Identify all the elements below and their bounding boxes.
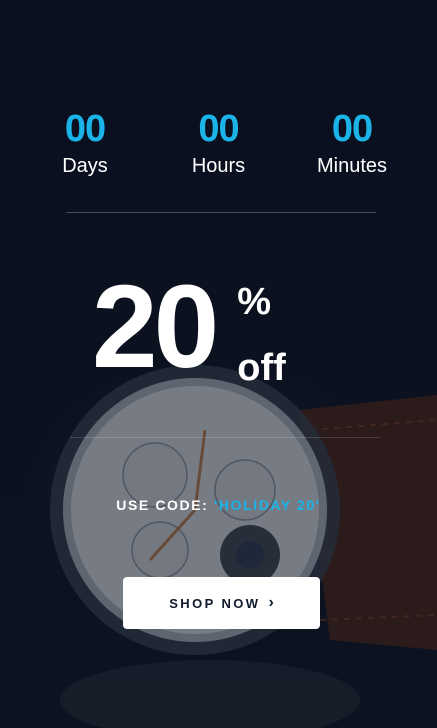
percent-sign: %: [237, 281, 272, 323]
countdown-minutes: 00 Minutes: [297, 108, 407, 178]
off-label: off: [237, 347, 286, 389]
chevron-right-icon: ›: [268, 594, 274, 611]
countdown-hours: 00 Hours: [164, 108, 274, 178]
countdown-days: 00 Days: [30, 108, 140, 178]
discount-amount: 20: [92, 261, 219, 393]
hours-label: Hours: [191, 155, 246, 177]
bottom-divider: [70, 437, 380, 438]
promo-code: USE CODE: 'HOLIDAY 20': [0, 497, 437, 513]
hours-value: 00: [198, 108, 239, 150]
days-value: 00: [64, 108, 106, 150]
minutes-value: 00: [331, 108, 373, 150]
discount-suffix: % off: [237, 280, 286, 390]
countdown-timer: 00 Days 00 Hours 00 Minutes: [30, 108, 407, 178]
shop-now-button[interactable]: SHOP NOW ›: [123, 577, 320, 629]
discount-banner: 20 % off: [92, 268, 286, 390]
promo-label: USE CODE:: [116, 497, 209, 513]
promo-code-value[interactable]: 'HOLIDAY 20': [214, 497, 321, 513]
top-divider: [66, 212, 376, 213]
days-label: Days: [62, 155, 108, 177]
shop-now-label: SHOP NOW: [169, 595, 261, 611]
minutes-label: Minutes: [316, 155, 388, 177]
